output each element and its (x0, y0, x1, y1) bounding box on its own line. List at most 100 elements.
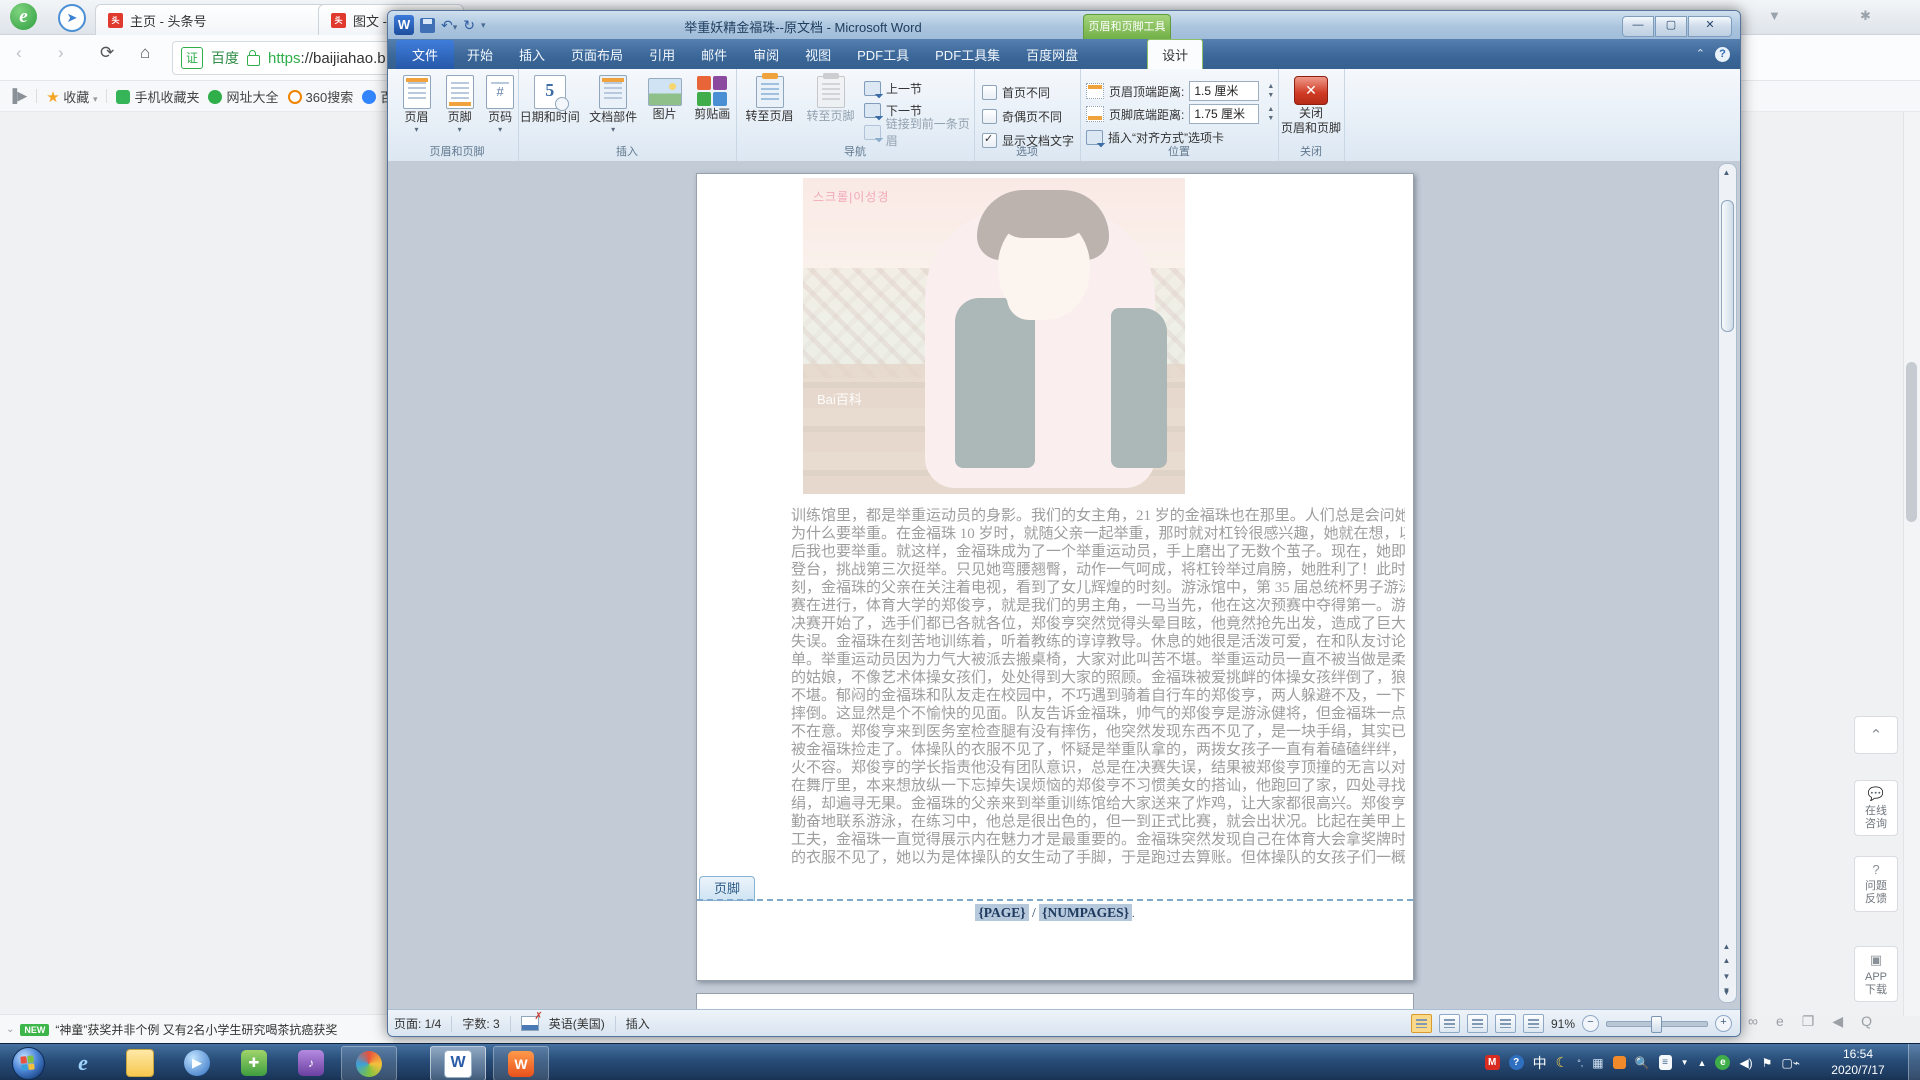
bookmark-nav[interactable]: 网址大全 (208, 87, 278, 106)
goto-footer-button[interactable]: 转至页脚 (803, 72, 858, 144)
scroll-down-icon[interactable]: ▼ (1720, 986, 1733, 1000)
draft-view-button[interactable] (1523, 1014, 1544, 1033)
link-to-previous-button[interactable]: 链接到前一条页眉 (864, 122, 980, 142)
picture-button[interactable]: 图片 (645, 72, 685, 144)
document-page[interactable]: 스크롤|이성경 Bai百科 训练馆里，都是举重运动员的身影。我们的女主角，21 … (696, 173, 1414, 981)
taskbar-360-safe[interactable]: ✚ (227, 1046, 281, 1079)
taskbar-clock[interactable]: 16:54 2020/7/17 (1814, 1046, 1902, 1078)
clipart-button[interactable]: 剪贴画 (688, 72, 736, 144)
web-layout-view-button[interactable] (1467, 1014, 1488, 1033)
tab-pdf-toolset[interactable]: PDF工具集 (922, 40, 1013, 69)
zoom-level[interactable]: 91% (1551, 1017, 1575, 1031)
360-tray-icon[interactable]: e (1715, 1055, 1730, 1070)
taskbar-wps[interactable]: W (493, 1046, 549, 1080)
taskbar-media-player[interactable]: ▶ (170, 1046, 224, 1079)
previous-page-icon[interactable]: ▲▲ (1720, 940, 1733, 954)
browser-scrollbar[interactable] (1903, 112, 1920, 1016)
footer-distance-input[interactable]: 1.75 厘米 (1189, 104, 1259, 124)
tab-review[interactable]: 审阅 (740, 40, 792, 69)
document-photo[interactable]: 스크롤|이성경 Bai百科 (803, 178, 1185, 494)
speaker-icon[interactable]: ◀) (1739, 1056, 1752, 1070)
tab-insert[interactable]: 插入 (506, 40, 558, 69)
news-ticker[interactable]: ⌄ NEW “神童”获奖并非个例 又有2名小学生研究喝茶抗癌获奖 (0, 1014, 393, 1044)
spinner-control[interactable]: ▲▼ (1264, 82, 1277, 100)
tab-baidu-pan[interactable]: 百度网盘 (1013, 40, 1091, 69)
spellcheck-icon[interactable] (521, 1016, 539, 1031)
spinner-control[interactable]: ▲▼ (1264, 105, 1277, 123)
tray-m-icon[interactable]: M (1485, 1055, 1500, 1070)
page-indicator[interactable]: 页面: 1/4 (394, 1015, 441, 1032)
header-distance-input[interactable]: 1.5 厘米 (1189, 81, 1259, 101)
app-download-button[interactable]: ▣ APP下载 (1854, 946, 1898, 1002)
tab-home[interactable]: 开始 (454, 40, 506, 69)
language-indicator[interactable]: 英语(美国) (549, 1015, 605, 1032)
collapse-icon[interactable]: ⌄ (6, 1024, 14, 1035)
tray-help-icon[interactable]: ? (1509, 1055, 1524, 1070)
forward-icon[interactable]: › (58, 43, 64, 63)
outline-view-button[interactable] (1495, 1014, 1516, 1033)
tab-references[interactable]: 引用 (636, 40, 688, 69)
word-count[interactable]: 字数: 3 (462, 1015, 499, 1032)
doc-tray-icon[interactable]: ≡ (1659, 1055, 1672, 1070)
tab-mailings[interactable]: 邮件 (688, 40, 740, 69)
scrollbar-thumb[interactable] (1906, 362, 1917, 522)
date-time-button[interactable]: 日期和时间 (518, 72, 581, 144)
action-center-flag-icon[interactable]: ⚑ (1762, 1056, 1773, 1070)
magnifier-icon[interactable]: 🔍 (1635, 1056, 1650, 1070)
goto-header-button[interactable]: 转至页眉 (742, 72, 797, 144)
footer-fields[interactable]: {PAGE} / {NUMPAGES}. (697, 905, 1413, 921)
tab-page-layout[interactable]: 页面布局 (558, 40, 636, 69)
page-field[interactable]: {PAGE} (975, 904, 1028, 921)
online-consult-button[interactable]: 💬 在线咨询 (1854, 780, 1898, 836)
zoom-in-button[interactable]: + (1715, 1015, 1732, 1032)
zoom-out-button[interactable]: − (1582, 1015, 1599, 1032)
bookmark-mobile[interactable]: 手机收藏夹 (116, 87, 199, 106)
collapse-ribbon-icon[interactable]: ⌃ (1696, 47, 1705, 62)
next-page-icon[interactable]: ▼▼ (1720, 970, 1733, 984)
help-icon[interactable]: ? (1715, 47, 1730, 62)
ime-indicator[interactable]: 中 (1533, 1053, 1547, 1073)
start-button[interactable] (12, 1047, 45, 1080)
show-hidden-icons[interactable]: ▲ (1698, 1058, 1707, 1068)
browser-bottom-icons[interactable]: ∞e❐◀Q (1748, 1013, 1908, 1030)
page-number-button[interactable]: 页码▾ (482, 72, 518, 144)
ticker-text[interactable]: “神童”获奖并非个例 又有2名小学生研究喝茶抗癌获奖 (55, 1021, 337, 1038)
fullscreen-reading-view-button[interactable] (1439, 1014, 1460, 1033)
keyboard-icon[interactable]: ▦ (1592, 1056, 1603, 1070)
zoom-slider-thumb[interactable] (1651, 1016, 1662, 1033)
expand-bookmarks-icon[interactable]: ▐▶ (8, 88, 27, 104)
browser-tab-home[interactable]: 头 主页 - 头条号 (95, 4, 331, 35)
taskbar-ie[interactable]: e (56, 1046, 110, 1079)
tab-file[interactable]: 文件 (396, 40, 454, 69)
previous-section-button[interactable]: 上一节 (864, 78, 980, 98)
different-odd-even-checkbox[interactable]: 奇偶页不同 (982, 106, 1062, 126)
taskbar-explorer[interactable] (113, 1046, 167, 1079)
funnel-icon[interactable]: ▼ (1768, 8, 1781, 23)
numpages-field[interactable]: {NUMPAGES} (1039, 904, 1132, 921)
insert-mode[interactable]: 插入 (626, 1015, 650, 1032)
tab-design-active[interactable]: 设计 (1147, 39, 1203, 69)
different-first-page-checkbox[interactable]: 首页不同 (982, 82, 1050, 102)
favorites-button[interactable]: ★ 收藏 ▾ (46, 87, 97, 106)
taskbar-360-browser[interactable] (341, 1046, 397, 1080)
punct-indicator[interactable]: °, (1577, 1058, 1583, 1068)
document-scrollbar[interactable]: ▲ ▲▲ ▼▼ ▼ (1718, 163, 1737, 1003)
gear-icon[interactable]: ✱ (1860, 8, 1871, 24)
taskbar-word-active[interactable]: W (430, 1046, 486, 1080)
maximize-button[interactable]: ▢ (1655, 16, 1687, 37)
tab-view[interactable]: 视图 (792, 40, 844, 69)
network-icon[interactable]: ▢⌁ (1781, 1056, 1800, 1070)
close-button[interactable]: ✕ (1688, 16, 1732, 37)
home-icon[interactable]: ⌂ (140, 43, 150, 63)
compass-icon[interactable]: ➤ (58, 4, 86, 32)
scroll-up-icon[interactable]: ▲ (1720, 166, 1733, 180)
minimize-button[interactable]: — (1622, 16, 1654, 37)
close-header-footer-button[interactable]: ✕ 关闭 页眉和页脚 (1280, 72, 1342, 144)
show-desktop-button[interactable] (1908, 1044, 1920, 1080)
quick-parts-button[interactable]: 文档部件▾ (585, 72, 640, 144)
word-titlebar[interactable]: W ↶▾ ↻ ▾ 举重妖精金福珠--原文档 - Microsoft Word 页… (388, 11, 1740, 41)
feedback-button[interactable]: ? 问题反馈 (1854, 856, 1898, 912)
taskbar-app-5[interactable]: ♪ (284, 1046, 338, 1079)
tab-pdf-tools[interactable]: PDF工具 (844, 40, 922, 69)
sogou-icon[interactable] (1613, 1056, 1626, 1069)
